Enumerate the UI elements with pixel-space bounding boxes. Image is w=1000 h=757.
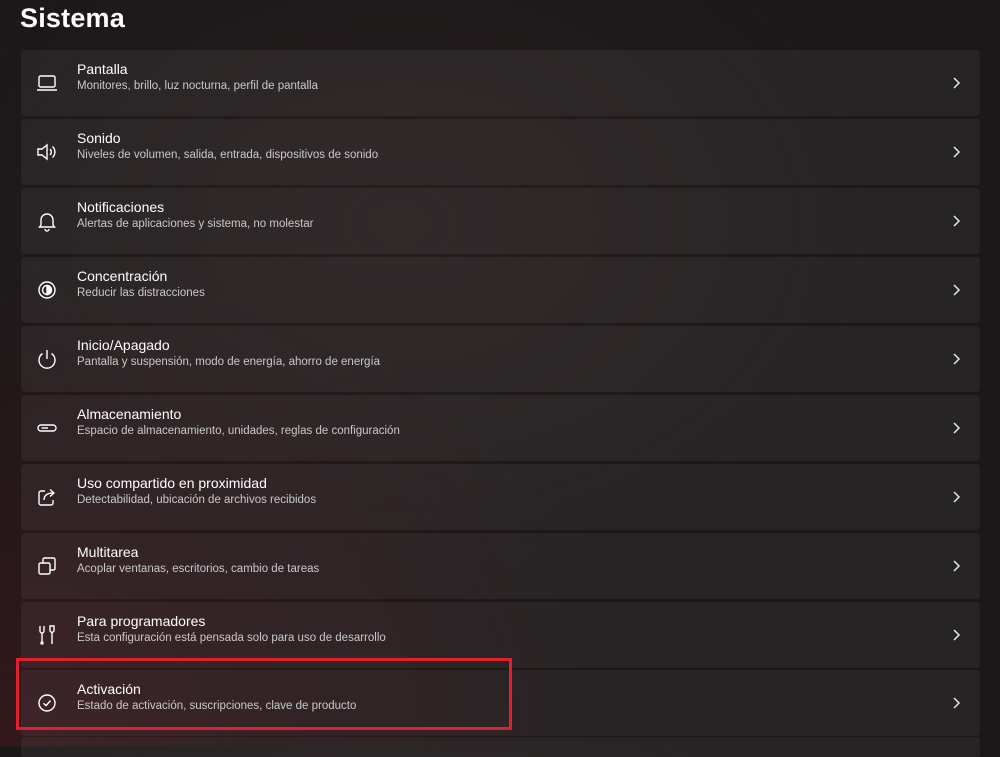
chevron-right-icon — [950, 280, 964, 300]
settings-item-subtitle: Monitores, brillo, luz nocturna, perfil … — [77, 80, 318, 92]
settings-item-inicio-apagado[interactable]: Inicio/Apagado Pantalla y suspensión, mo… — [21, 326, 980, 392]
settings-item-title: Concentración — [77, 268, 168, 284]
multitask-icon — [35, 554, 59, 578]
storage-icon — [35, 416, 59, 440]
settings-item-subtitle: Pantalla y suspensión, modo de energía, … — [77, 356, 381, 368]
power-icon — [35, 347, 59, 371]
settings-item-multitarea[interactable]: Multitarea Acoplar ventanas, escritorios… — [21, 533, 980, 599]
share-icon — [35, 485, 59, 509]
settings-item-title: Para programadores — [77, 613, 206, 629]
settings-item-partial[interactable] — [21, 737, 980, 757]
chevron-right-icon — [950, 693, 964, 713]
settings-item-title: Uso compartido en proximidad — [77, 475, 267, 491]
settings-item-subtitle: Estado de activación, suscripciones, cla… — [77, 700, 357, 712]
checkmark-circle-icon — [35, 691, 59, 715]
chevron-right-icon — [950, 211, 964, 231]
settings-item-subtitle: Niveles de volumen, salida, entrada, dis… — [77, 149, 379, 161]
settings-item-title: Inicio/Apagado — [77, 337, 170, 353]
settings-item-sonido[interactable]: Sonido Niveles de volumen, salida, entra… — [21, 119, 980, 185]
settings-item-title: Pantalla — [77, 61, 128, 77]
chevron-right-icon — [950, 625, 964, 645]
chevron-right-icon — [950, 73, 964, 93]
settings-item-title: Notificaciones — [77, 199, 165, 215]
settings-item-concentracion[interactable]: Concentración Reducir las distracciones — [21, 257, 980, 323]
settings-item-uso-compartido[interactable]: Uso compartido en proximidad Detectabili… — [21, 464, 980, 530]
settings-item-para-programadores[interactable]: Para programadores Esta configuración es… — [21, 602, 980, 668]
settings-item-pantalla[interactable]: Pantalla Monitores, brillo, luz nocturna… — [21, 50, 980, 116]
settings-item-title: Multitarea — [77, 544, 139, 560]
focus-icon — [35, 278, 59, 302]
chevron-right-icon — [950, 142, 964, 162]
settings-list: Pantalla Monitores, brillo, luz nocturna… — [21, 0, 980, 746]
chevron-right-icon — [950, 418, 964, 438]
monitor-icon — [35, 71, 59, 95]
settings-item-subtitle: Alertas de aplicaciones y sistema, no mo… — [77, 218, 314, 230]
chevron-right-icon — [950, 349, 964, 369]
chevron-right-icon — [950, 487, 964, 507]
chevron-right-icon — [950, 556, 964, 576]
settings-item-activacion[interactable]: Activación Estado de activación, suscrip… — [21, 670, 980, 736]
developer-tools-icon — [35, 623, 59, 647]
bell-icon — [35, 209, 59, 233]
settings-item-title: Sonido — [77, 130, 121, 146]
settings-item-subtitle: Espacio de almacenamiento, unidades, reg… — [77, 425, 400, 437]
settings-item-notificaciones[interactable]: Notificaciones Alertas de aplicaciones y… — [21, 188, 980, 254]
settings-item-almacenamiento[interactable]: Almacenamiento Espacio de almacenamiento… — [21, 395, 980, 461]
settings-item-subtitle: Esta configuración está pensada solo par… — [77, 632, 386, 644]
settings-item-subtitle: Detectabilidad, ubicación de archivos re… — [77, 494, 317, 506]
settings-item-subtitle: Reducir las distracciones — [77, 287, 205, 299]
settings-item-title: Activación — [77, 681, 141, 697]
speaker-icon — [35, 140, 59, 164]
settings-item-title: Almacenamiento — [77, 406, 182, 422]
settings-item-subtitle: Acoplar ventanas, escritorios, cambio de… — [77, 563, 320, 575]
